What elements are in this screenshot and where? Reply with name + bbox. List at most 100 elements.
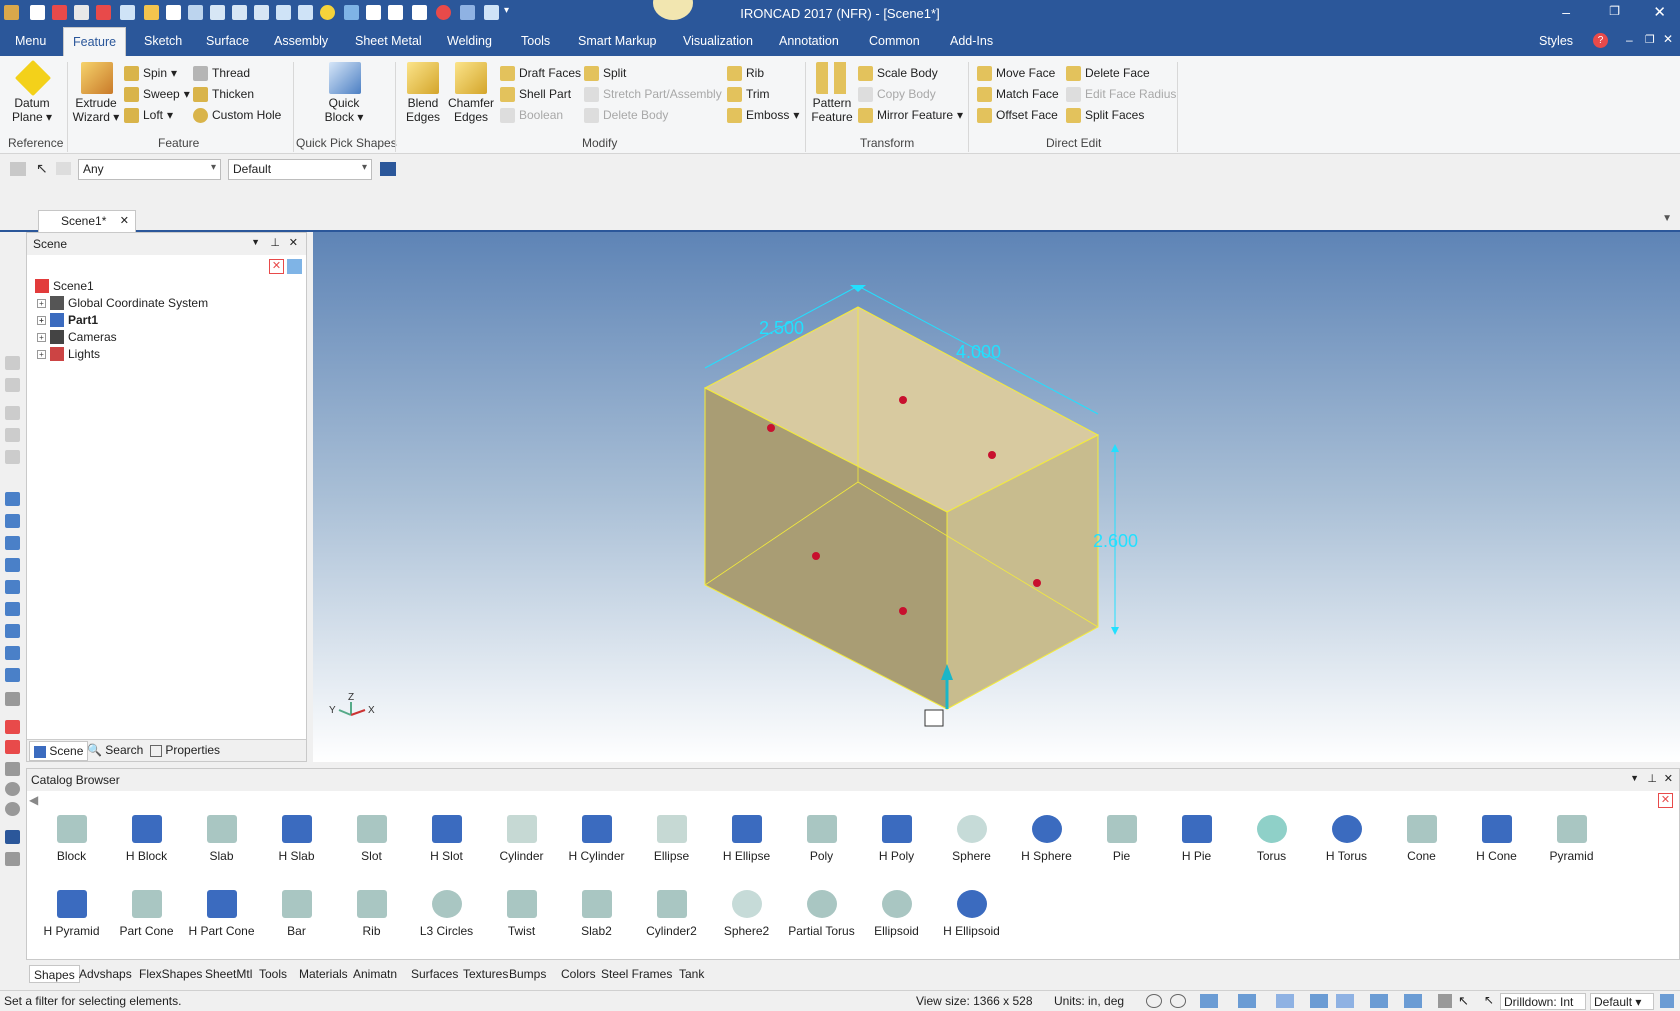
tree-options-icon[interactable]: [287, 259, 302, 274]
measure-tool-icon[interactable]: [5, 692, 20, 706]
no-entry-icon[interactable]: [5, 802, 20, 816]
catalog-item-block[interactable]: Block: [34, 815, 109, 863]
view-tool-icon-1[interactable]: [5, 356, 20, 370]
view-layout-icon[interactable]: [1370, 994, 1388, 1008]
catalog-item-h-cylinder[interactable]: H Cylinder: [559, 815, 634, 863]
trim-button[interactable]: Trim: [727, 85, 770, 103]
catalog-close-icon[interactable]: ✕: [1664, 772, 1673, 785]
tab-common[interactable]: Common: [860, 27, 929, 56]
match-face-button[interactable]: Match Face: [977, 85, 1059, 103]
tab-search[interactable]: 🔍 Search: [87, 743, 143, 757]
catalog-item-h-pyramid[interactable]: H Pyramid: [34, 890, 109, 938]
catalog-tab-flexshapes[interactable]: FlexShapes: [135, 965, 206, 983]
display-icon[interactable]: [1404, 994, 1422, 1008]
close-button[interactable]: ✕: [1653, 3, 1666, 21]
tab-feature[interactable]: Feature: [63, 27, 127, 56]
pointer-icon[interactable]: ↖: [36, 160, 48, 177]
catalog-item-partial-torus[interactable]: Partial Torus: [784, 890, 859, 938]
view-fit-icon[interactable]: [5, 668, 20, 682]
view-tool-icon-3[interactable]: [5, 406, 20, 420]
clear-filter-icon[interactable]: ✕: [269, 259, 284, 274]
catalog-item-twist[interactable]: Twist: [484, 890, 559, 938]
catalog-item-h-slot[interactable]: H Slot: [409, 815, 484, 863]
edit-face-radius-button[interactable]: Edit Face Radius: [1066, 85, 1176, 103]
dimension-text[interactable]: 2.600: [1093, 531, 1138, 551]
catalog-item-pie[interactable]: Pie: [1084, 815, 1159, 863]
boolean-button[interactable]: Boolean: [500, 106, 563, 124]
handle[interactable]: [899, 607, 907, 615]
catalog-tab-shapes[interactable]: Shapes: [29, 965, 80, 983]
catalog-item-h-part-cone[interactable]: H Part Cone: [184, 890, 259, 938]
expand-icon[interactable]: +: [37, 315, 46, 325]
catalog-item-cone[interactable]: Cone: [1384, 815, 1459, 863]
dimension-text[interactable]: 2.500: [759, 318, 804, 338]
loft-button[interactable]: Loft ▾: [124, 106, 173, 124]
handle[interactable]: [812, 552, 820, 560]
status-config-select[interactable]: Default ▾: [1590, 993, 1654, 1010]
delete-face-button[interactable]: Delete Face: [1066, 64, 1150, 82]
view-camera-icon[interactable]: [5, 646, 20, 660]
tab-surface[interactable]: Surface: [197, 27, 258, 56]
catalog-item-ellipse[interactable]: Ellipse: [634, 815, 709, 863]
catalog-item-slab[interactable]: Slab: [184, 815, 259, 863]
tab-annotation[interactable]: Annotation: [770, 27, 848, 56]
catalog-tab-surfaces[interactable]: Surfaces: [407, 965, 462, 983]
close-tab-icon[interactable]: ✕: [120, 214, 129, 227]
catalog-tab-tools[interactable]: Tools: [255, 965, 291, 983]
tab-smart-markup[interactable]: Smart Markup: [569, 27, 666, 56]
tab-scene1[interactable]: Scene1* ✕: [38, 210, 136, 232]
datum-plane-button[interactable]: Datum Plane ▾: [8, 59, 58, 124]
close-panel-icon[interactable]: ✕: [289, 236, 298, 249]
extrude-wizard-button[interactable]: Extrude Wizard ▾: [72, 62, 122, 124]
anchor-icon[interactable]: [924, 709, 944, 727]
select-mode-icon[interactable]: [10, 162, 26, 176]
catalog-item-h-block[interactable]: H Block: [109, 815, 184, 863]
tab-assembly[interactable]: Assembly: [265, 27, 337, 56]
expand-icon[interactable]: +: [37, 298, 46, 308]
catalog-clear-icon[interactable]: ✕: [1658, 793, 1673, 808]
catalog-tab-materials[interactable]: Materials: [295, 965, 352, 983]
catalog-item-h-sphere[interactable]: H Sphere: [1009, 815, 1084, 863]
view-tool-icon-4[interactable]: [5, 428, 20, 442]
view-iso-icon[interactable]: [5, 624, 20, 638]
catalog-item-slab2[interactable]: Slab2: [559, 890, 634, 938]
catalog-item-bar[interactable]: Bar: [259, 890, 334, 938]
catalog-pin-icon[interactable]: ⊥: [1647, 772, 1657, 785]
panel-menu-chevron-icon[interactable]: ▼: [251, 237, 260, 247]
dimension-text[interactable]: 4.000: [956, 342, 1001, 362]
chamfer-edges-button[interactable]: Chamfer Edges: [447, 62, 495, 124]
pointer-icon[interactable]: ↖: [1458, 993, 1469, 1009]
catalog-item-l3-circles[interactable]: L3 Circles: [409, 890, 484, 938]
tree-item-gcs[interactable]: + Global Coordinate System: [37, 296, 208, 310]
catalog-menu-chevron-icon[interactable]: ▼: [1630, 773, 1639, 783]
shell-part-button[interactable]: Shell Part: [500, 85, 571, 103]
split-button[interactable]: Split: [584, 64, 626, 82]
thread-button[interactable]: Thread: [193, 64, 250, 82]
handle[interactable]: [1033, 579, 1041, 587]
catalog-item-cylinder[interactable]: Cylinder: [484, 815, 559, 863]
zoom-window-icon[interactable]: [1170, 994, 1186, 1008]
draft-faces-button[interactable]: Draft Faces: [500, 64, 581, 82]
handle[interactable]: [767, 424, 775, 432]
zoom-icon[interactable]: [1146, 994, 1162, 1008]
shading-icon[interactable]: [1238, 994, 1256, 1008]
catalog-item-rib[interactable]: Rib: [334, 890, 409, 938]
text-tool-icon[interactable]: [5, 830, 20, 844]
view-front-icon[interactable]: [5, 492, 20, 506]
catalog-item-torus[interactable]: Torus: [1234, 815, 1309, 863]
thicken-button[interactable]: Thicken: [193, 85, 254, 103]
catalog-item-cylinder2[interactable]: Cylinder2: [634, 890, 709, 938]
catalog-item-poly[interactable]: Poly: [784, 815, 859, 863]
catalog-tab-steel-frames[interactable]: Steel Frames: [597, 965, 676, 983]
view-top-icon[interactable]: [5, 580, 20, 594]
help-icon[interactable]: ?: [1593, 33, 1608, 48]
catalog-item-pyramid[interactable]: Pyramid: [1534, 815, 1609, 863]
angle-tool-icon[interactable]: [5, 762, 20, 776]
tree-item-scene1[interactable]: Scene1: [35, 279, 94, 293]
catalog-item-sphere2[interactable]: Sphere2: [709, 890, 784, 938]
sweep-button[interactable]: Sweep ▾: [124, 85, 190, 103]
tab-welding[interactable]: Welding: [438, 27, 501, 56]
catalog-tab-sheetmtl[interactable]: SheetMtl: [201, 965, 256, 983]
view-cube-icon[interactable]: [1200, 994, 1218, 1008]
tab-menu[interactable]: Menu: [6, 27, 55, 56]
